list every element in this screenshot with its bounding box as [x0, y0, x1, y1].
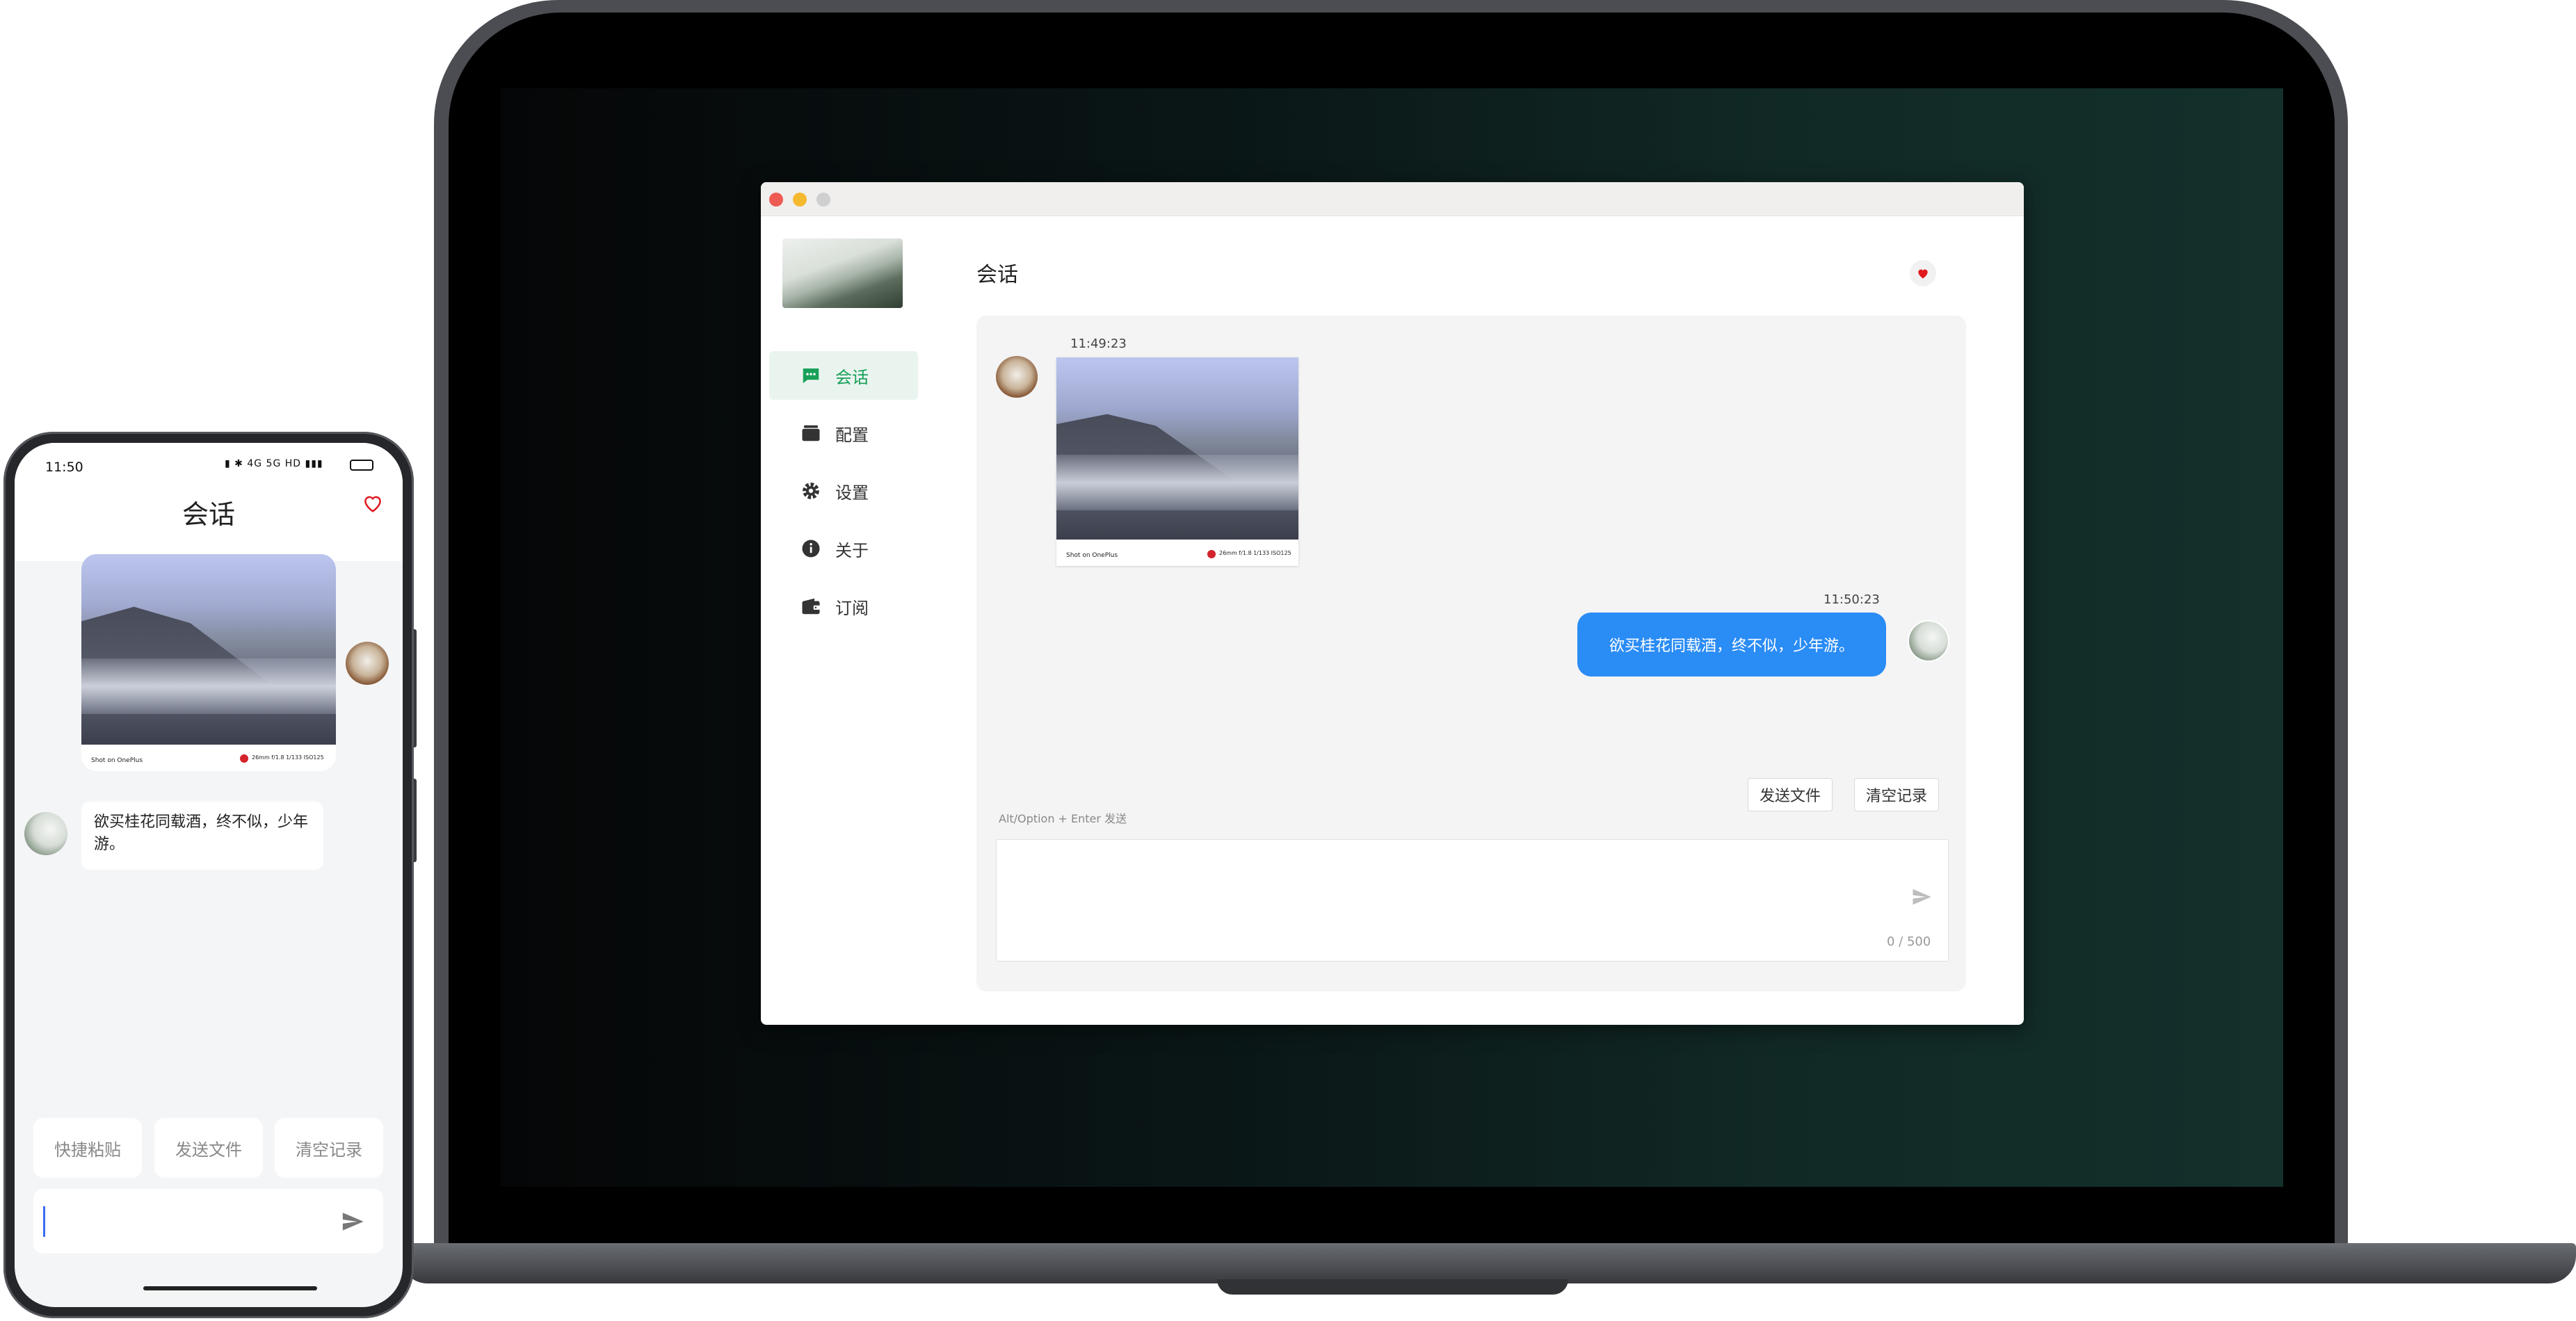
sidebar-item-label: 配置: [835, 425, 869, 445]
sidebar-item-label: 设置: [835, 483, 869, 503]
favorite-button[interactable]: [1910, 260, 1936, 286]
gear-icon: [800, 480, 821, 501]
message-bubble[interactable]: 欲买桂花同载酒，终不似，少年游。: [1577, 613, 1886, 676]
message-bubble[interactable]: 欲买桂花同载酒，终不似，少年游。: [81, 802, 323, 870]
photo-caption: Shot on OnePlus: [1066, 552, 1118, 559]
sidebar-item-label: 会话: [835, 367, 869, 387]
image-message[interactable]: Shot on OnePlus 26mm f/1.8 1/133 ISO125: [81, 554, 336, 771]
send-file-button[interactable]: 发送文件: [154, 1118, 263, 1178]
desktop-app-window: 会话 配置 设置 关于 订阅 会话 11:49:23 Shot on OnePl…: [761, 182, 2024, 1025]
message-input[interactable]: 0 / 500: [996, 839, 1949, 962]
status-time: 11:50: [45, 460, 83, 475]
page-title: 会话: [182, 499, 235, 530]
avatar[interactable]: [24, 812, 67, 855]
clear-history-button[interactable]: 清空记录: [275, 1118, 383, 1178]
sidebar-item-label: 订阅: [835, 598, 869, 618]
message-timestamp: 11:50:23: [1824, 592, 1880, 607]
photo-spec: 26mm f/1.8 1/133 ISO125: [1219, 550, 1291, 556]
sidebar-item-about[interactable]: 关于: [769, 524, 918, 573]
app-logo: [782, 238, 903, 308]
sidebar-item-settings[interactable]: 设置: [769, 467, 918, 515]
close-window-button[interactable]: [769, 193, 783, 206]
battery-icon: [350, 460, 373, 471]
send-file-button[interactable]: 发送文件: [1748, 778, 1833, 811]
window-titlebar: [761, 182, 2024, 216]
folder-icon: [800, 423, 821, 444]
wallet-icon: [800, 596, 821, 617]
minimize-window-button[interactable]: [793, 193, 807, 206]
laptop-base: [400, 1243, 2576, 1283]
camera-brand-icon: [240, 754, 248, 763]
send-icon[interactable]: [1911, 886, 1932, 907]
photo-spec: 26mm f/1.8 1/133 ISO125: [252, 754, 324, 761]
sidebar-item-label: 关于: [835, 540, 869, 560]
laptop-notch: [1217, 1279, 1568, 1295]
send-shortcut-hint: Alt/Option + Enter 发送: [999, 812, 1127, 825]
send-icon[interactable]: [341, 1210, 364, 1233]
heart-icon: [1918, 269, 1928, 279]
status-icons: ▮ ✱ 4G 5G HD ▮▮▮: [225, 458, 323, 469]
sidebar-item-config[interactable]: 配置: [769, 409, 918, 457]
message-input[interactable]: [33, 1189, 383, 1254]
maximize-window-button[interactable]: [816, 193, 830, 206]
info-icon: [800, 538, 821, 559]
chat-panel: 11:49:23 Shot on OnePlus 26mm f/1.8 1/13…: [976, 316, 1966, 991]
home-indicator: [143, 1286, 317, 1290]
photo-caption: Shot on OnePlus: [91, 757, 143, 764]
char-counter: 0 / 500: [1887, 934, 1931, 949]
camera-brand-icon: [1207, 550, 1216, 558]
quick-paste-button[interactable]: 快捷粘贴: [33, 1118, 142, 1178]
clear-history-button[interactable]: 清空记录: [1854, 778, 1940, 811]
sidebar-item-subscribe[interactable]: 订阅: [769, 582, 918, 631]
avatar[interactable]: [996, 356, 1038, 398]
message-timestamp: 11:49:23: [1070, 337, 1127, 351]
page-title: 会话: [976, 263, 1018, 287]
heart-icon[interactable]: [361, 492, 385, 515]
image-message[interactable]: Shot on OnePlus 26mm f/1.8 1/133 ISO125: [1056, 357, 1298, 566]
avatar[interactable]: [346, 642, 389, 685]
sidebar-item-chat[interactable]: 会话: [769, 351, 918, 400]
text-caret: [43, 1206, 45, 1237]
avatar[interactable]: [1908, 620, 1949, 662]
phone-screen: 11:50 ▮ ✱ 4G 5G HD ▮▮▮ 会话 Shot on OnePlu…: [15, 443, 403, 1307]
chat-icon: [800, 365, 821, 386]
